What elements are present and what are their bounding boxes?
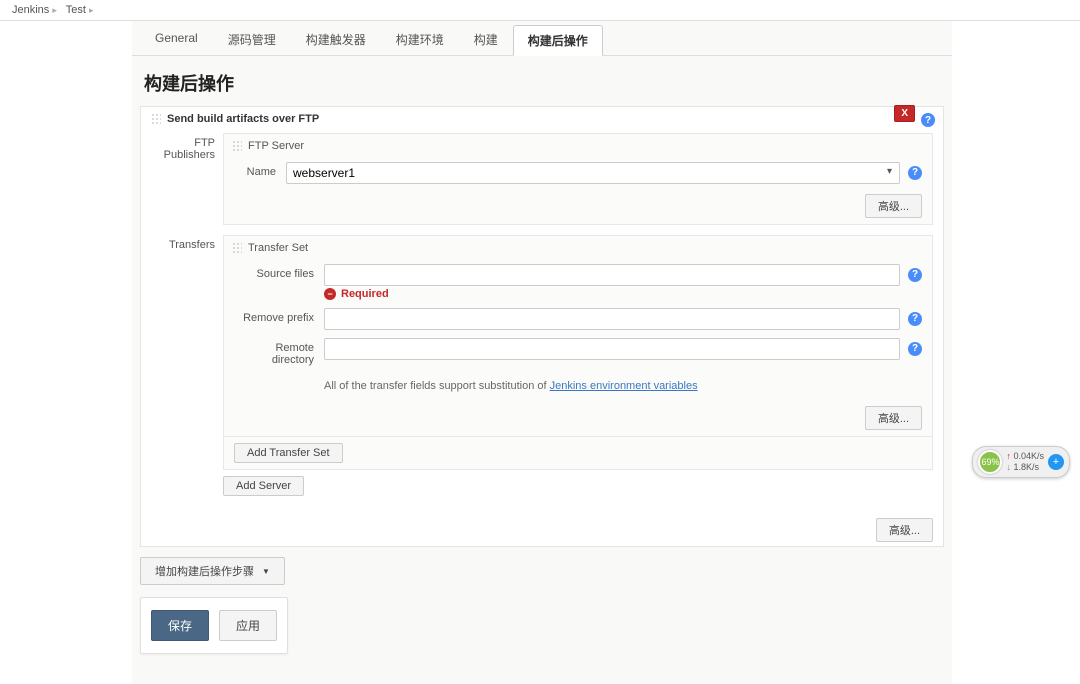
apply-button[interactable]: 应用 — [219, 610, 277, 641]
tab-scm[interactable]: 源码管理 — [213, 24, 291, 55]
caret-down-icon: ▼ — [262, 567, 270, 576]
help-icon[interactable]: ? — [908, 268, 922, 282]
add-post-build-step-button[interactable]: 增加构建后操作步骤 ▼ — [140, 557, 285, 585]
chevron-right-icon: ▸ — [52, 5, 57, 15]
section-advanced-button[interactable]: 高级... — [876, 518, 933, 542]
remove-prefix-label: Remove prefix — [234, 308, 324, 324]
source-files-label: Source files — [234, 264, 324, 280]
action-bar: 保存 应用 — [140, 597, 288, 654]
ftp-server-select[interactable]: webserver1 — [286, 162, 900, 184]
add-transfer-set-button[interactable]: Add Transfer Set — [234, 443, 343, 463]
drag-handle-icon[interactable] — [232, 140, 242, 152]
transfer-set-block: Transfer Set Source files − Required ? — [223, 235, 933, 470]
help-icon[interactable]: ? — [908, 312, 922, 326]
publishers-label: FTP Publishers — [151, 133, 223, 225]
ftp-publisher-section: Send build artifacts over FTP X ? FTP Pu… — [140, 106, 944, 547]
help-icon[interactable]: ? — [921, 113, 935, 127]
page-title: 构建后操作 — [132, 56, 952, 106]
breadcrumb-root[interactable]: Jenkins — [12, 4, 49, 16]
breadcrumb: Jenkins ▸ Test ▸ — [0, 0, 1080, 21]
tab-build-env[interactable]: 构建环境 — [381, 24, 459, 55]
add-server-button[interactable]: Add Server — [223, 476, 304, 496]
error-icon: − — [324, 288, 336, 300]
drag-handle-icon[interactable] — [232, 242, 242, 254]
transfer-set-title: Transfer Set — [248, 242, 308, 254]
help-icon[interactable]: ? — [908, 342, 922, 356]
tab-build[interactable]: 构建 — [459, 24, 513, 55]
transfer-hint: All of the transfer fields support subst… — [324, 374, 922, 396]
ftp-server-block: FTP Server Name webserver1 ? 高级... — [223, 133, 933, 225]
remote-dir-label: Remote directory — [234, 338, 324, 366]
remove-prefix-input[interactable] — [324, 308, 900, 330]
chevron-right-icon: ▸ — [89, 5, 94, 15]
section-title: Send build artifacts over FTP — [167, 113, 319, 125]
source-files-input[interactable] — [324, 264, 900, 286]
config-tabs: General 源码管理 构建触发器 构建环境 构建 构建后操作 — [132, 21, 952, 56]
transfers-label: Transfers — [151, 235, 223, 502]
expand-widget-button[interactable]: + — [1048, 454, 1064, 470]
ftp-server-title: FTP Server — [248, 140, 304, 152]
breadcrumb-project[interactable]: Test — [66, 4, 86, 16]
required-error: − Required — [324, 286, 900, 300]
save-button[interactable]: 保存 — [151, 610, 209, 641]
usage-circle: 69% — [978, 450, 1002, 474]
network-widget[interactable]: 69% 0.04K/s 1.8K/s + — [972, 446, 1070, 478]
help-icon[interactable]: ? — [908, 166, 922, 180]
delete-section-button[interactable]: X — [894, 105, 915, 122]
server-advanced-button[interactable]: 高级... — [865, 194, 922, 218]
tab-general[interactable]: General — [140, 24, 213, 55]
transfer-advanced-button[interactable]: 高级... — [865, 406, 922, 430]
tab-post-build[interactable]: 构建后操作 — [513, 25, 603, 56]
net-stats: 0.04K/s 1.8K/s — [1006, 451, 1044, 473]
name-label: Name — [234, 162, 286, 178]
env-vars-link[interactable]: Jenkins environment variables — [550, 380, 698, 392]
remote-dir-input[interactable] — [324, 338, 900, 360]
drag-handle-icon[interactable] — [151, 113, 161, 125]
tab-triggers[interactable]: 构建触发器 — [291, 24, 381, 55]
